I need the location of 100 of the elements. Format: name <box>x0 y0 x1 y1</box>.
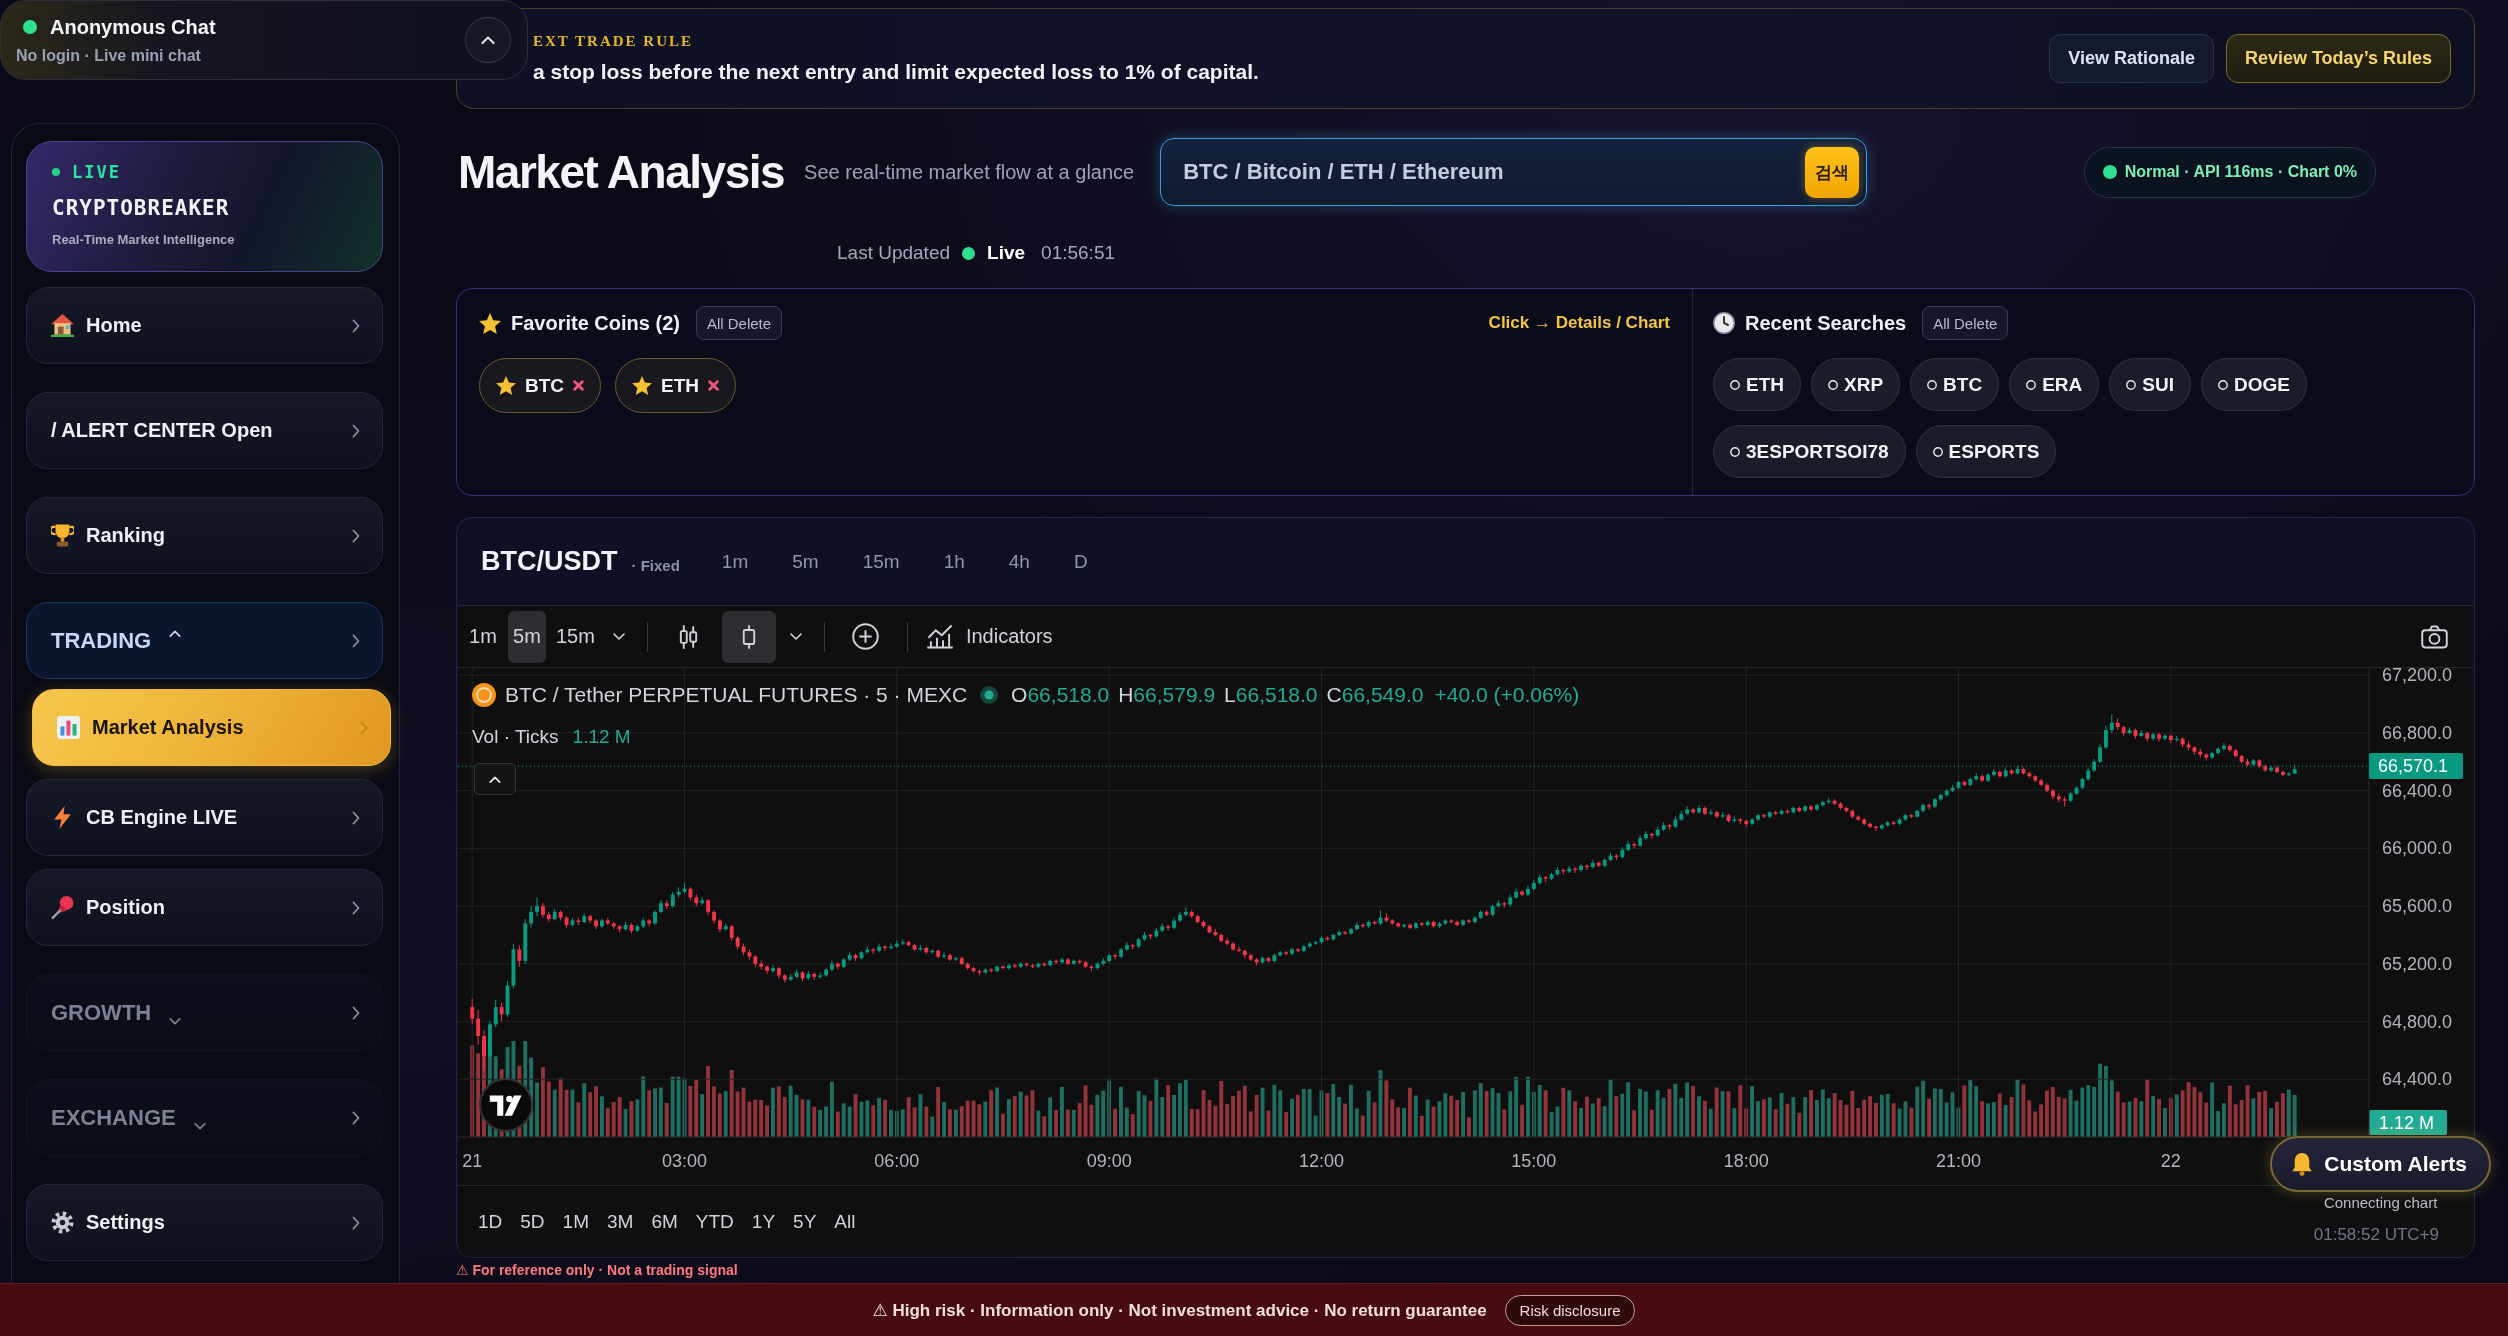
clock-icon <box>1713 312 1735 334</box>
chevron-right-icon <box>352 528 360 543</box>
chevron-right-icon <box>352 633 360 648</box>
nav-item[interactable]: Market Analysis <box>32 689 391 766</box>
chart-logo-icon <box>479 1078 533 1132</box>
nav-section[interactable]: GROWTH <box>26 974 383 1051</box>
risk-text: ⚠ High risk · Information only · Not investment advice · No return guarantee <box>872 1299 1487 1321</box>
search-chip[interactable]: SUI <box>2109 358 2191 411</box>
caret-down-icon[interactable] <box>789 633 802 640</box>
price-axis-label: 64,400.0 <box>2382 1069 2453 1090</box>
star-icon <box>496 376 516 395</box>
ohlc-label: O <box>1011 683 1028 707</box>
search-chip[interactable]: ESPORTS <box>1915 425 2057 478</box>
interval-button[interactable]: 1m <box>464 610 502 663</box>
time-axis-label: 21:00 <box>1936 1151 1981 1171</box>
search-chip[interactable]: 3ESPORTSOI78 <box>1713 425 1906 478</box>
caret-down-icon[interactable] <box>612 633 625 640</box>
range-button[interactable]: 1D <box>470 1204 511 1239</box>
ring-icon <box>1730 446 1740 457</box>
interval-tab[interactable]: 1h <box>925 542 983 581</box>
action-button[interactable]: View Rationale <box>2049 34 2214 83</box>
live-label: Live <box>987 242 1026 264</box>
range-button[interactable]: All <box>826 1204 864 1239</box>
search-chip[interactable]: ETH <box>1713 358 1801 411</box>
price-axis-label: 66,400.0 <box>2382 780 2453 801</box>
indicators-button[interactable]: Indicators <box>921 610 1057 663</box>
time-axis-label: 15:00 <box>1511 1151 1557 1171</box>
price-axis-label: 66,800.0 <box>2382 722 2453 743</box>
coin-chip[interactable]: ETH <box>615 358 737 413</box>
bar-chart-icon <box>57 716 80 739</box>
time-axis-label: 03:00 <box>662 1151 707 1171</box>
interval-button[interactable]: 5m <box>508 610 546 663</box>
nav-item[interactable]: Settings <box>26 1184 383 1261</box>
status-text: Normal · API 116ms · Chart 0% <box>2124 163 2357 181</box>
risk-disclosure-button[interactable]: Risk disclosure <box>1504 1294 1636 1326</box>
interval-tab[interactable]: 1m <box>703 542 767 581</box>
nav-item[interactable]: Ranking <box>26 497 383 574</box>
range-button[interactable]: 1Y <box>743 1204 784 1239</box>
nav-item[interactable]: CB Engine LIVE <box>26 779 383 856</box>
trophy-icon <box>51 524 74 547</box>
mode-label: · Fixed <box>631 557 680 574</box>
nav-item[interactable]: / ALERT CENTER Open <box>26 392 383 469</box>
caret-up-icon <box>481 36 495 44</box>
chat-title: Anonymous Chat <box>50 15 216 39</box>
pair-title: BTC/USDT <box>481 546 618 577</box>
chart-type-button[interactable] <box>721 610 776 663</box>
chevron-right-icon <box>360 720 368 735</box>
ohlc-value: 66,579.9 <box>1133 683 1216 707</box>
time-axis-label: 12:00 <box>1299 1151 1344 1171</box>
chevron-right-icon <box>352 423 360 438</box>
interval-tab[interactable]: 4h <box>990 542 1048 581</box>
range-button[interactable]: YTD <box>687 1204 742 1239</box>
caret-down-icon <box>169 1018 182 1025</box>
clear-button[interactable]: All Delete <box>1922 306 2009 340</box>
hint-text: Click → Details / Chart <box>1488 313 1670 333</box>
range-button[interactable]: 5D <box>512 1204 553 1239</box>
ohlc-value: 66,518.0 <box>1027 683 1110 707</box>
gear-icon <box>51 1211 74 1234</box>
range-button[interactable]: 1M <box>554 1204 597 1239</box>
search-chip[interactable]: ERA <box>2009 358 2100 411</box>
coin-chip[interactable]: BTC <box>479 358 602 413</box>
clear-button[interactable]: All Delete <box>695 306 783 340</box>
range-button[interactable]: 3M <box>599 1204 642 1239</box>
caret-up-icon <box>169 630 182 637</box>
remove-icon <box>573 380 585 391</box>
collapse-button[interactable] <box>474 763 516 795</box>
line-chart-icon <box>925 624 954 649</box>
price-change: +40.0 (+0.06%) <box>1434 683 1580 707</box>
interval-tab[interactable]: D <box>1055 542 1106 581</box>
interval-tab[interactable]: 5m <box>774 542 837 581</box>
alerts-button[interactable]: Custom Alerts <box>2270 1136 2491 1192</box>
nav-section[interactable]: TRADING <box>26 602 383 679</box>
nav-item[interactable]: Home <box>26 287 383 364</box>
brand-tagline: Real-Time Market Intelligence <box>52 232 236 247</box>
interval-button[interactable]: 15m <box>552 610 599 663</box>
plus-circle-icon <box>852 623 880 650</box>
remove-icon <box>708 380 720 391</box>
action-button[interactable]: Review Today’s Rules <box>2225 34 2451 83</box>
section-title: Recent Searches <box>1745 311 1907 335</box>
search-field[interactable]: BTC / Bitcoin / ETH / Ethereum 검색 <box>1160 138 1868 206</box>
search-chip[interactable]: XRP <box>1811 358 1901 411</box>
price-axis-label: 66,000.0 <box>2382 838 2453 859</box>
search-chip[interactable]: BTC <box>1910 358 2000 411</box>
collapse-button[interactable] <box>465 17 511 63</box>
search-chip[interactable]: DOGE <box>2200 358 2307 411</box>
ring-icon <box>1828 379 1838 390</box>
ohlc-label: C <box>1326 683 1342 707</box>
range-button[interactable]: 6M <box>643 1204 686 1239</box>
nav-section[interactable]: EXCHANGE <box>26 1079 383 1156</box>
ring-icon <box>1932 446 1943 457</box>
camera-icon <box>2420 624 2448 649</box>
nav-item[interactable]: Position <box>26 869 383 946</box>
time-axis-label: 21 <box>462 1151 483 1171</box>
rule-label: EXT TRADE RULE <box>533 33 694 50</box>
time-axis-label: 09:00 <box>1086 1151 1132 1171</box>
interval-tab[interactable]: 15m <box>844 542 918 581</box>
volume-value: 1.12 M <box>572 726 631 748</box>
caret-down-icon <box>193 1123 206 1130</box>
range-button[interactable]: 5Y <box>785 1204 825 1239</box>
search-button[interactable]: 검색 <box>1805 146 1860 198</box>
